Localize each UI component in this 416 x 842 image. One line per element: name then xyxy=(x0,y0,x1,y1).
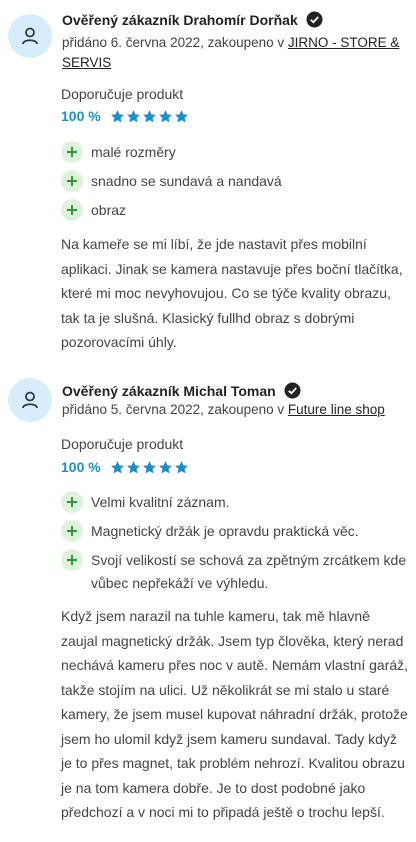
review-meta: přidáno 5. června 2022, zakoupeno v Futu… xyxy=(62,402,385,417)
plus-icon xyxy=(61,141,83,163)
pro-item: Magnetický držák je opravdu praktická vě… xyxy=(61,520,411,543)
review-author: Ověřený zákazník Drahomír Dorňak xyxy=(62,11,323,28)
pro-item: obraz xyxy=(61,199,411,222)
recommend-label: Doporučuje produkt xyxy=(61,436,184,452)
star-icon xyxy=(174,109,188,122)
star-icon xyxy=(158,109,172,122)
plus-icon xyxy=(61,199,83,221)
avatar xyxy=(8,378,52,422)
rating-percent: 100 % xyxy=(61,459,101,475)
star-icon xyxy=(142,460,156,473)
pro-item: Velmi kvalitní záznam. xyxy=(61,491,411,514)
avatar xyxy=(8,14,52,58)
star-icon xyxy=(110,460,124,473)
user-icon xyxy=(22,391,38,409)
rating-stars xyxy=(110,109,189,124)
user-icon xyxy=(22,27,38,45)
check-badge-icon xyxy=(284,382,301,399)
check-badge-icon xyxy=(306,11,323,28)
star-icon xyxy=(110,109,124,122)
star-icon xyxy=(142,109,156,122)
shop-link[interactable]: Future line shop xyxy=(288,402,385,417)
plus-icon xyxy=(61,491,83,513)
plus-icon xyxy=(61,170,83,192)
plus-icon xyxy=(61,549,83,571)
rating-stars xyxy=(110,460,189,475)
rating-percent: 100 % xyxy=(61,108,101,124)
star-icon xyxy=(126,109,140,122)
review-author: Ověřený zákazník Michal Toman xyxy=(62,382,301,399)
rating-score: 100 % xyxy=(61,459,189,475)
rating-score: 100 % xyxy=(61,108,189,124)
review-meta: přidáno 6. června 2022, zakoupeno v JIRN… xyxy=(62,35,400,70)
review-text: Na kameře se mi líbí, že jde nastavit př… xyxy=(61,236,403,350)
star-icon xyxy=(174,460,188,473)
plus-icon xyxy=(61,520,83,542)
pro-item: malé rozměry xyxy=(61,141,411,164)
pros-list: Velmi kvalitní záznam. Magnetický držák … xyxy=(61,491,411,595)
pros-list: malé rozměry snadno se sundavá a nandavá… xyxy=(61,141,411,222)
recommend-label: Doporučuje produkt xyxy=(61,86,184,102)
pro-item: Svojí velikostí se schová za zpětným zrc… xyxy=(61,549,411,595)
star-icon xyxy=(126,460,140,473)
review-text: Když jsem narazil na tuhle kameru, tak m… xyxy=(61,608,409,820)
star-icon xyxy=(158,460,172,473)
pro-item: snadno se sundavá a nandavá xyxy=(61,170,411,193)
